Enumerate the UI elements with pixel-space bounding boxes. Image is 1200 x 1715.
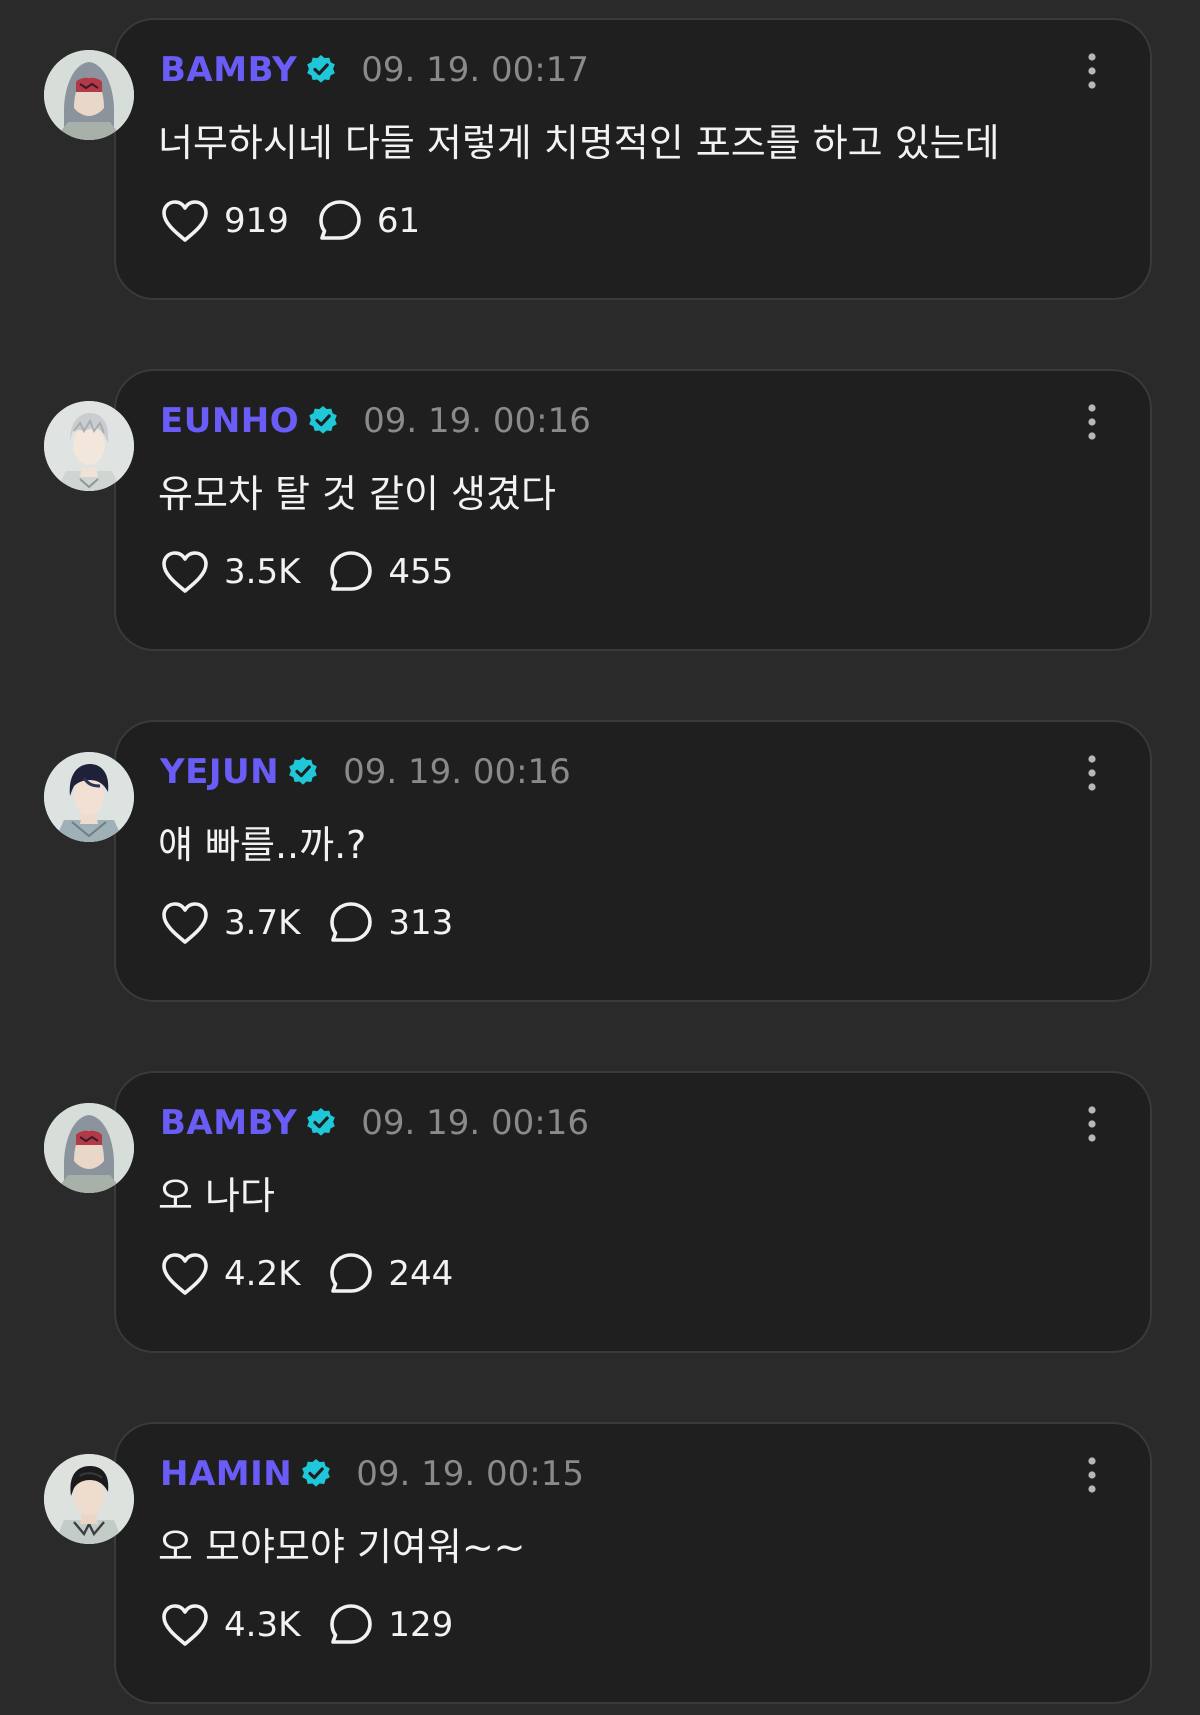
comment-actions: 4.2K 244: [160, 1249, 453, 1299]
comment-header: BAMBY 09. 19. 00:17: [160, 48, 589, 92]
reply-count: 129: [388, 1605, 454, 1645]
verified-badge-icon: [289, 757, 317, 785]
reply-button[interactable]: 313: [328, 900, 453, 946]
comment-actions: 4.3K 129: [160, 1600, 453, 1650]
heart-icon: [162, 1604, 208, 1646]
like-count: 4.3K: [224, 1605, 301, 1645]
comment-text: 너무하시네 다들 저렇게 치명적인 포즈를 하고 있는데: [158, 121, 1000, 165]
username[interactable]: BAMBY: [160, 1103, 297, 1143]
heart-icon: [162, 1253, 208, 1295]
more-options-icon[interactable]: [1080, 401, 1104, 443]
comment-header: YEJUN 09. 19. 00:16: [160, 750, 571, 794]
like-button[interactable]: 4.3K: [160, 1602, 300, 1648]
like-count: 4.2K: [224, 1254, 301, 1294]
dark-hair-character-avatar: [44, 752, 134, 842]
like-button[interactable]: 3.7K: [160, 900, 300, 946]
avatar[interactable]: [44, 50, 134, 140]
like-button[interactable]: 3.5K: [160, 549, 300, 595]
username[interactable]: EUNHO: [160, 401, 299, 441]
timestamp: 09. 19. 00:16: [361, 1103, 589, 1143]
comment-actions: 919 61: [160, 196, 420, 246]
comment-post: HAMIN 09. 19. 00:15 오 모야모야 기여워~~ 4.3K 12…: [0, 1422, 1200, 1704]
reply-count: 61: [376, 201, 421, 241]
comment-header: EUNHO 09. 19. 00:16: [160, 399, 591, 443]
heart-icon: [162, 551, 208, 593]
hooded-character-avatar: [44, 50, 134, 140]
comment-post: BAMBY 09. 19. 00:16 오 나다 4.2K 244: [0, 1071, 1200, 1353]
more-options-icon[interactable]: [1080, 1103, 1104, 1145]
comment-text: 오 모야모야 기여워~~: [158, 1525, 526, 1569]
comment-card: BAMBY 09. 19. 00:17 너무하시네 다들 저렇게 치명적인 포즈…: [114, 18, 1152, 300]
comment-card: EUNHO 09. 19. 00:16 유모차 탈 것 같이 생겼다 3.5K …: [114, 369, 1152, 651]
speech-bubble-icon: [330, 902, 373, 942]
comment-card: YEJUN 09. 19. 00:16 얘 빠를..까.? 3.7K 313: [114, 720, 1152, 1002]
avatar[interactable]: [44, 752, 134, 842]
black-hair-character-avatar: [44, 1454, 134, 1544]
silver-hair-character-avatar: [44, 401, 134, 491]
timestamp: 09. 19. 00:15: [356, 1454, 584, 1494]
comment-post: YEJUN 09. 19. 00:16 얘 빠를..까.? 3.7K 313: [0, 720, 1200, 1002]
reply-button[interactable]: 455: [328, 549, 453, 595]
verified-badge-icon: [307, 55, 336, 83]
timestamp: 09. 19. 00:16: [343, 752, 571, 792]
comment-feed: BAMBY 09. 19. 00:17 너무하시네 다들 저렇게 치명적인 포즈…: [0, 0, 1200, 1715]
comment-header: HAMIN 09. 19. 00:15: [160, 1452, 584, 1496]
comment-text: 얘 빠를..까.?: [158, 823, 367, 867]
speech-bubble-icon: [330, 1253, 373, 1293]
speech-bubble-icon: [319, 200, 361, 240]
comment-post: BAMBY 09. 19. 00:17 너무하시네 다들 저렇게 치명적인 포즈…: [0, 18, 1200, 300]
more-options-icon[interactable]: [1080, 752, 1104, 794]
heart-icon: [162, 902, 208, 944]
like-count: 919: [224, 201, 289, 241]
username[interactable]: HAMIN: [160, 1454, 292, 1494]
avatar[interactable]: [44, 401, 134, 491]
speech-bubble-icon: [330, 551, 373, 591]
avatar[interactable]: [44, 1454, 134, 1544]
like-count: 3.7K: [224, 903, 301, 943]
like-button[interactable]: 4.2K: [160, 1251, 300, 1297]
comment-header: BAMBY 09. 19. 00:16: [160, 1101, 589, 1145]
verified-badge-icon: [307, 1108, 336, 1136]
username[interactable]: BAMBY: [160, 50, 297, 90]
reply-button[interactable]: 61: [317, 198, 420, 244]
avatar[interactable]: [44, 1103, 134, 1193]
reply-count: 313: [388, 903, 454, 943]
username[interactable]: YEJUN: [160, 752, 279, 792]
comment-text: 유모차 탈 것 같이 생겼다: [158, 472, 556, 516]
speech-bubble-icon: [330, 1604, 373, 1644]
comment-actions: 3.7K 313: [160, 898, 453, 948]
more-options-icon[interactable]: [1080, 50, 1104, 92]
reply-count: 455: [388, 552, 454, 592]
like-button[interactable]: 919: [160, 198, 289, 244]
verified-badge-icon: [302, 1459, 331, 1487]
verified-badge-icon: [309, 406, 337, 434]
hooded-character-avatar: [44, 1103, 134, 1193]
reply-button[interactable]: 129: [328, 1602, 453, 1648]
reply-count: 244: [388, 1254, 454, 1294]
like-count: 3.5K: [224, 552, 301, 592]
more-options-icon[interactable]: [1080, 1454, 1104, 1496]
comment-card: HAMIN 09. 19. 00:15 오 모야모야 기여워~~ 4.3K 12…: [114, 1422, 1152, 1704]
heart-icon: [162, 200, 208, 242]
reply-button[interactable]: 244: [328, 1251, 453, 1297]
comment-card: BAMBY 09. 19. 00:16 오 나다 4.2K 244: [114, 1071, 1152, 1353]
comment-text: 오 나다: [158, 1174, 275, 1218]
comment-actions: 3.5K 455: [160, 547, 453, 597]
comment-post: EUNHO 09. 19. 00:16 유모차 탈 것 같이 생겼다 3.5K …: [0, 369, 1200, 651]
timestamp: 09. 19. 00:16: [363, 401, 591, 441]
timestamp: 09. 19. 00:17: [361, 50, 589, 90]
